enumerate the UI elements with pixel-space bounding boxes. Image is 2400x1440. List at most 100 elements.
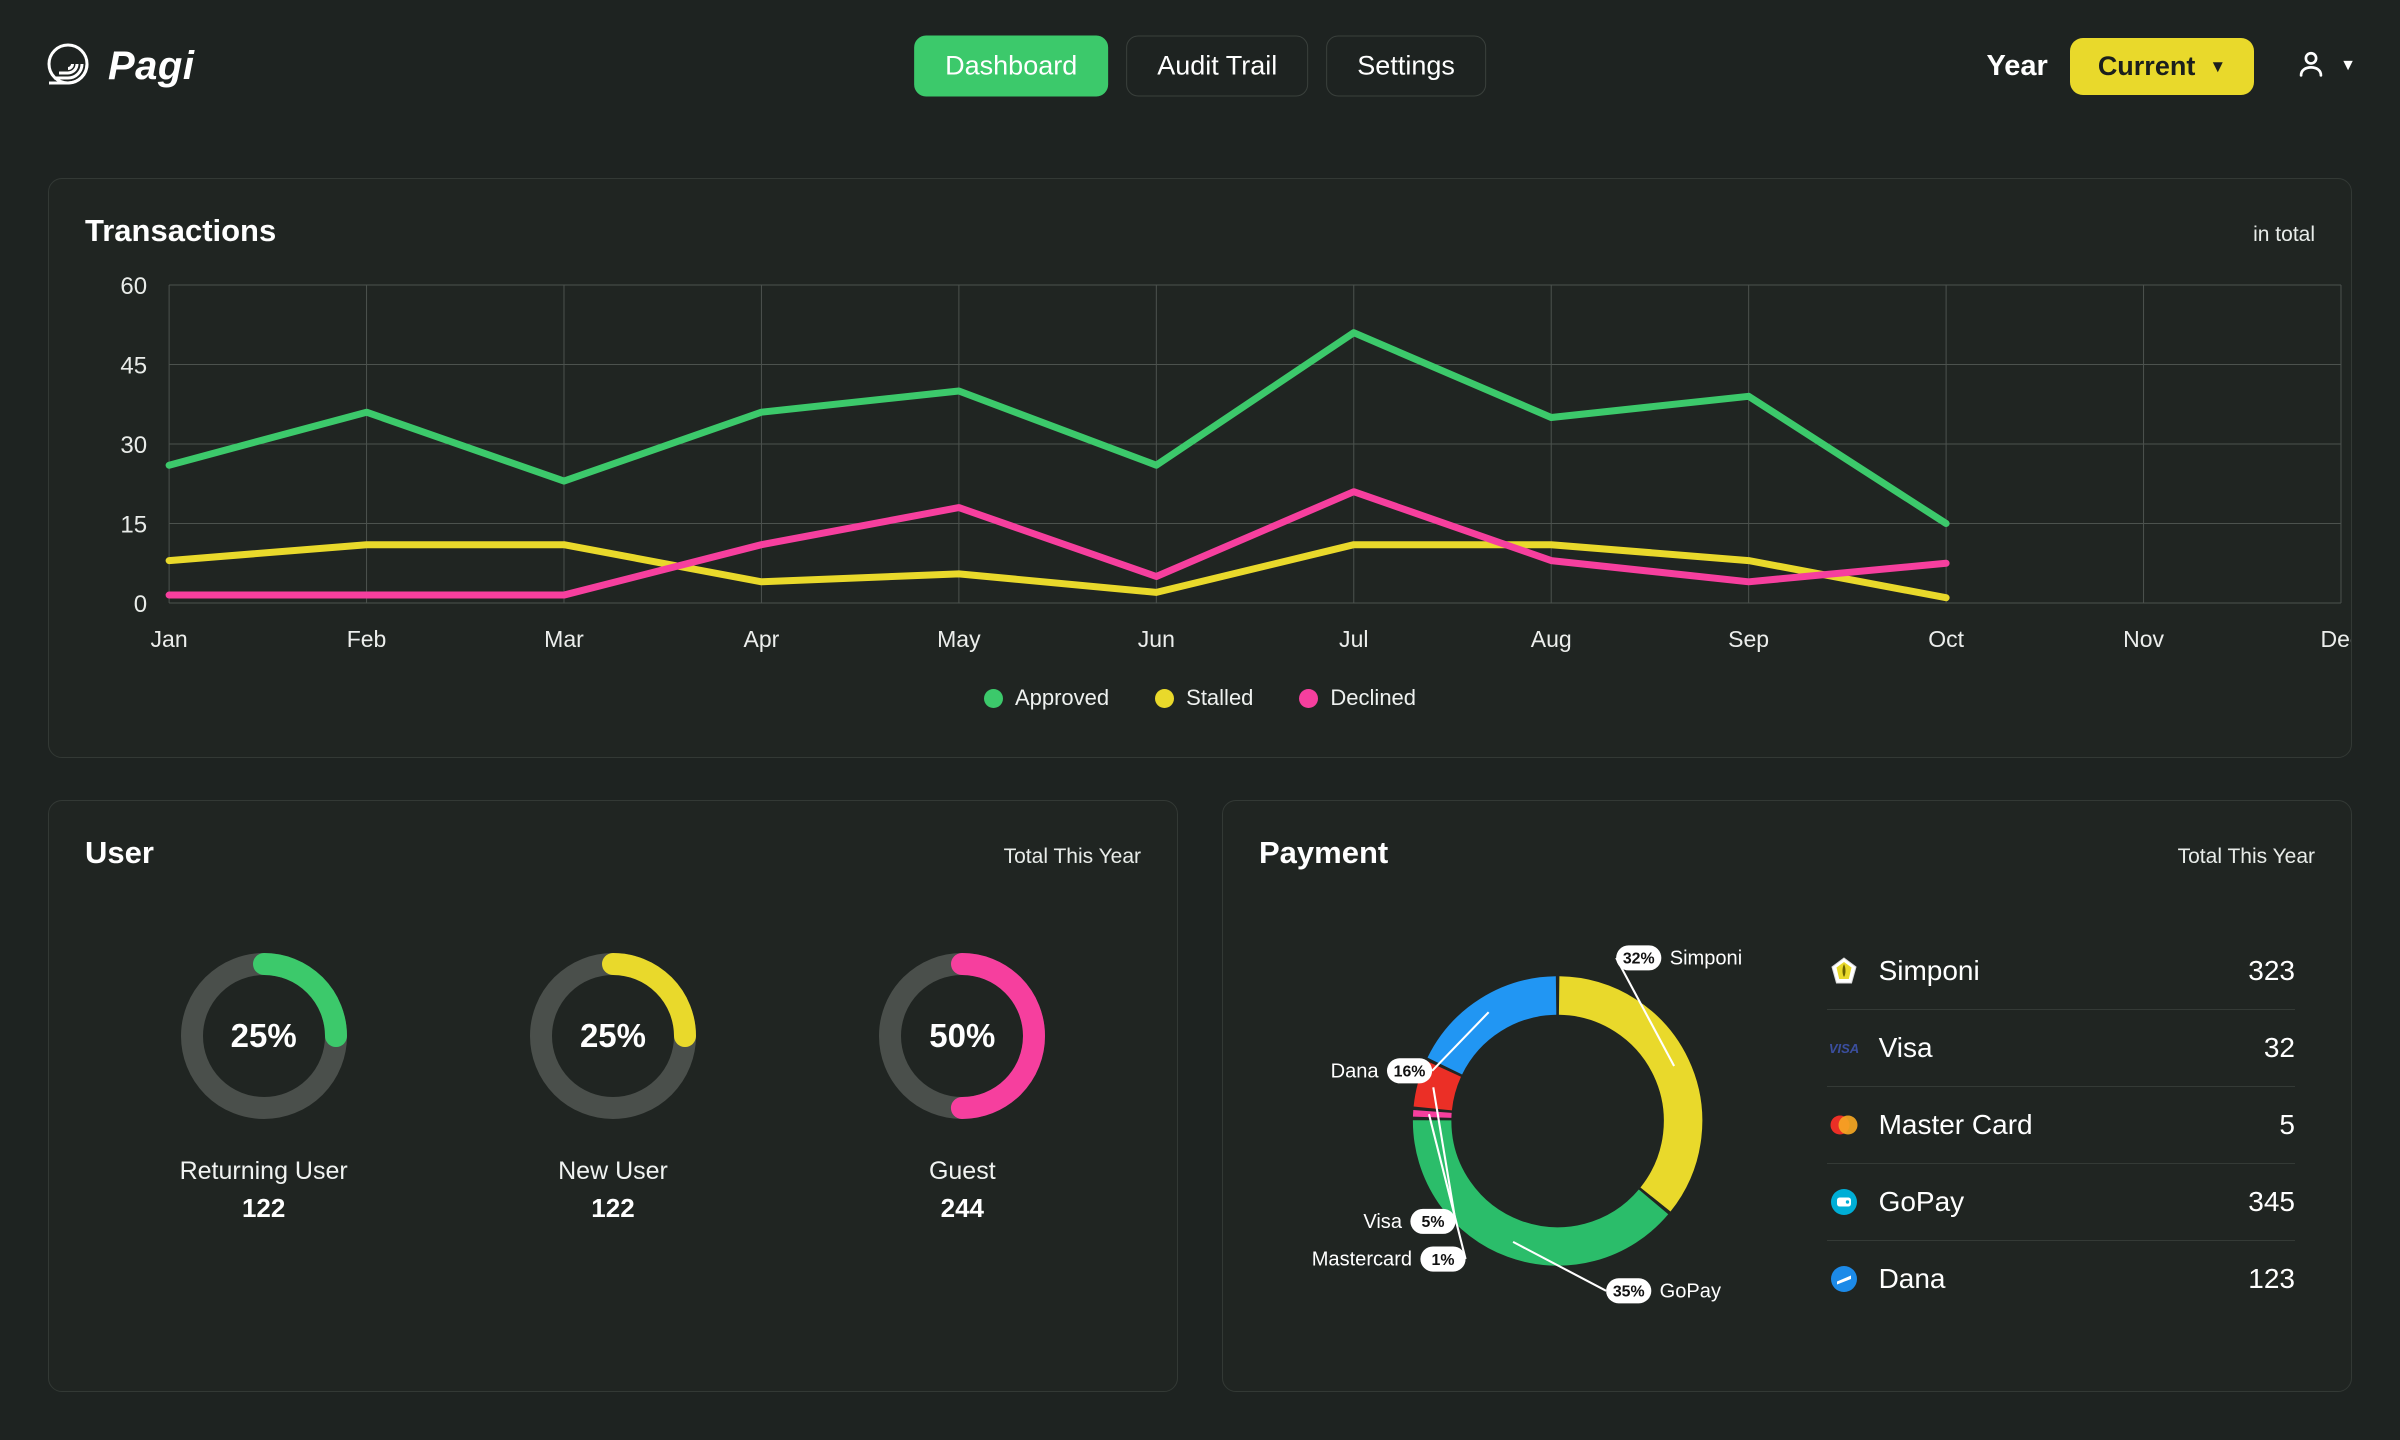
year-select[interactable]: Current ▼ (2069, 37, 2255, 95)
legend-label-declined: Declined (1330, 685, 1417, 710)
gauge-label-guest: Guest (928, 1157, 996, 1185)
visa-logo-icon: VISA (1827, 1031, 1861, 1065)
svg-text:Mastercard: Mastercard (1312, 1249, 1412, 1271)
payment-method-list: Simponi 323 VISA Visa 32 Master Card 5 G… (1809, 881, 2351, 1361)
line-chart-svg: 0 15 30 45 60 Jan Feb Mar Apr May Jun Jul Aug Sep Oct N… (120, 273, 2351, 652)
svg-text:Mar: Mar (544, 626, 584, 652)
legend-item-approved[interactable]: Approved (983, 685, 1110, 711)
payment-name-visa: Visa (1878, 1032, 1933, 1063)
year-select-value: Current (2097, 50, 2196, 81)
gauge-ring-guest: 50% (867, 941, 1057, 1131)
simponi-logo-icon (1827, 954, 1861, 988)
user-gauges: 25% Returning User 122 25% New User 122 … (49, 941, 1177, 1224)
gauge-returning-user: 25% Returning User 122 (169, 941, 359, 1224)
payment-name-gopay: GoPay (1878, 1186, 1965, 1217)
tab-settings[interactable]: Settings (1326, 35, 1486, 97)
svg-text:32%: 32% (1623, 951, 1655, 968)
payment-row-gopay[interactable]: GoPay 345 (1826, 1164, 2295, 1241)
app-header: Pagi Dashboard Audit Trail Settings Year… (0, 0, 2400, 132)
year-label: Year (1986, 49, 2048, 82)
gauge-new-user: 25% New User 122 (518, 941, 708, 1224)
header-controls: Year Current ▼ ▼ (1986, 37, 2356, 95)
payment-row-visa[interactable]: VISA Visa 32 (1826, 1010, 2295, 1087)
gauge-percent-returning-user: 25% (230, 1017, 297, 1054)
legend-label-stalled: Stalled (1186, 685, 1254, 710)
brand-name: Pagi (108, 43, 195, 88)
svg-text:Sep: Sep (1728, 626, 1769, 652)
svg-text:Feb: Feb (347, 626, 387, 652)
svg-text:0: 0 (134, 591, 147, 618)
gauge-value-guest: 244 (940, 1193, 984, 1223)
svg-text:Visa: Visa (1363, 1211, 1403, 1233)
payment-name-master-card: Master Card (1878, 1109, 2033, 1140)
tab-dashboard[interactable]: Dashboard (914, 35, 1109, 97)
svg-text:Simponi: Simponi (1670, 948, 1742, 970)
payment-card: Payment Total This Year 32% Simponi 35% GoP… (1222, 800, 2352, 1392)
spiral-fingerprint-icon (44, 40, 92, 93)
brand: Pagi (44, 40, 194, 93)
payment-count-master-card: 5 (2279, 1109, 2295, 1140)
payment-donut-svg: 32% Simponi 35% GoPay 1% Mastercard 5% Visa 16% D… (1312, 945, 1742, 1304)
gopay-logo-icon (1827, 1185, 1861, 1219)
legend-label-approved: Approved (1014, 685, 1110, 710)
gauge-ring-new-user: 25% (518, 941, 708, 1131)
payment-donut-chart: 32% Simponi 35% GoPay 1% Mastercard 5% Visa 16% D… (1223, 881, 1809, 1361)
payment-count-simponi: 323 (2248, 955, 2295, 986)
svg-text:15: 15 (120, 512, 147, 539)
payment-card-title: Payment (1259, 835, 1389, 870)
account-menu[interactable]: ▼ (2294, 47, 2356, 86)
gauge-guest: 50% Guest 244 (867, 941, 1057, 1224)
svg-text:5%: 5% (1421, 1214, 1444, 1231)
payment-count-dana: 123 (2248, 1263, 2295, 1294)
legend-dot-approved (983, 688, 1003, 708)
user-card-header: User Total This Year (49, 801, 1177, 871)
gauge-value-returning-user: 122 (241, 1193, 286, 1223)
payment-name-simponi: Simponi (1878, 955, 1980, 986)
tab-audit-trail[interactable]: Audit Trail (1126, 35, 1309, 97)
transactions-header: Transactions in total (49, 179, 2351, 249)
user-card-title: User (85, 835, 154, 870)
payment-count-visa: 32 (2263, 1032, 2295, 1063)
payment-card-subtitle: Total This Year (2177, 845, 2315, 868)
transactions-legend: Approved Stalled Declined (49, 685, 2351, 711)
legend-dot-stalled (1155, 688, 1175, 708)
svg-text:1%: 1% (1432, 1252, 1455, 1269)
user-avatar-icon (2294, 47, 2328, 86)
legend-item-stalled[interactable]: Stalled (1155, 685, 1253, 711)
payment-count-gopay: 345 (2248, 1186, 2295, 1217)
svg-text:VISA: VISA (1828, 1041, 1858, 1056)
chevron-down-icon: ▼ (2209, 56, 2227, 76)
svg-text:45: 45 (120, 353, 147, 380)
user-card-subtitle: Total This Year (1003, 845, 1141, 868)
svg-text:Aug: Aug (1531, 626, 1572, 652)
gauge-percent-new-user: 25% (579, 1017, 647, 1054)
gauge-percent-guest: 50% (929, 1017, 996, 1054)
gauge-ring-returning-user: 25% (169, 941, 359, 1131)
transactions-card: Transactions in total 0 15 30 45 60 Jan Feb Mar… (48, 178, 2352, 758)
svg-text:35%: 35% (1613, 1284, 1645, 1301)
svg-text:60: 60 (120, 273, 147, 300)
payment-name-dana: Dana (1878, 1263, 1946, 1294)
svg-text:Dana: Dana (1331, 1061, 1380, 1083)
gauge-value-new-user: 122 (591, 1193, 635, 1223)
account-chevron-down-icon: ▼ (2340, 57, 2356, 74)
dashboard-page: Pagi Dashboard Audit Trail Settings Year… (0, 0, 2400, 1440)
svg-text:16%: 16% (1394, 1064, 1426, 1081)
gauge-label-new-user: New User (558, 1157, 668, 1185)
svg-text:Jan: Jan (151, 626, 188, 652)
user-card: User Total This Year 25% Returning User … (48, 800, 1178, 1392)
svg-text:Jun: Jun (1138, 626, 1175, 652)
payment-row-dana[interactable]: Dana 123 (1827, 1241, 2295, 1317)
payment-row-simponi[interactable]: Simponi 323 (1826, 933, 2295, 1010)
legend-dot-declined (1299, 688, 1319, 708)
svg-text:Apr: Apr (744, 626, 780, 652)
payment-card-header: Payment Total This Year (1223, 801, 2351, 871)
transactions-line-chart: 0 15 30 45 60 Jan Feb Mar Apr May Jun Jul Aug Sep Oct N… (49, 263, 2351, 683)
payment-row-master-card[interactable]: Master Card 5 (1826, 1087, 2295, 1164)
dana-logo-icon (1827, 1262, 1861, 1296)
svg-text:Nov: Nov (2123, 626, 2164, 652)
transactions-title: Transactions (85, 213, 277, 248)
mastercard-logo-icon (1827, 1108, 1861, 1142)
svg-text:GoPay: GoPay (1660, 1281, 1721, 1303)
legend-item-declined[interactable]: Declined (1299, 685, 1416, 711)
